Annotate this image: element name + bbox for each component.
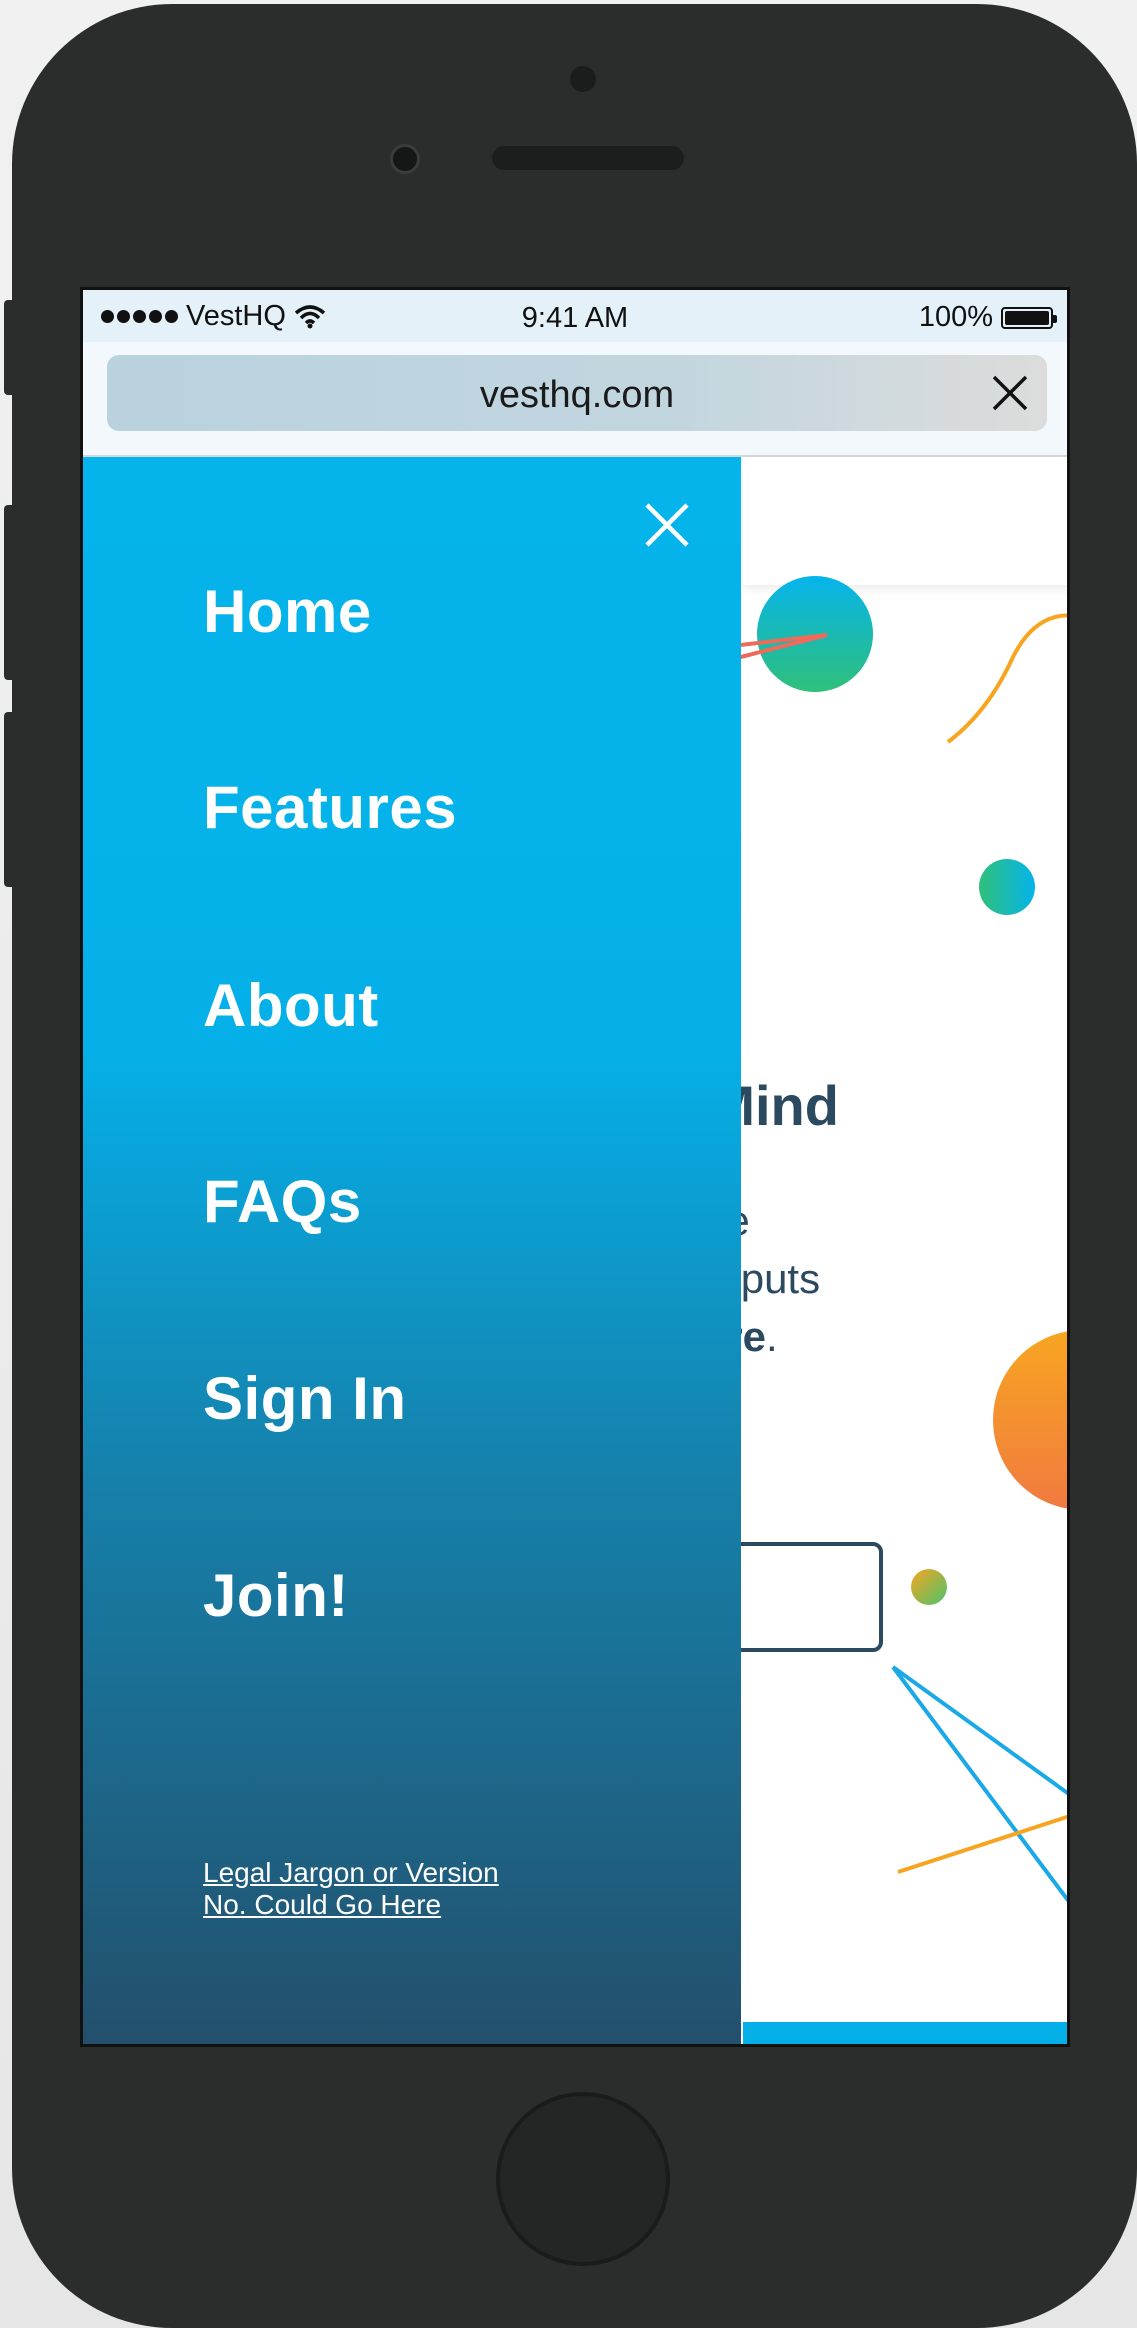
home-button[interactable]	[496, 2092, 670, 2266]
volume-down-button	[4, 712, 14, 887]
nav-item-features[interactable]: Features	[203, 773, 457, 842]
battery-percent: 100%	[918, 301, 993, 333]
close-icon[interactable]	[643, 501, 691, 549]
battery-icon	[1001, 306, 1057, 329]
speaker-grille	[492, 146, 684, 170]
screen: VestHQ 9:41 AM 100% vesthq.com Mind puts…	[80, 287, 1070, 2047]
status-bar: VestHQ 9:41 AM 100%	[83, 290, 1067, 342]
front-camera	[390, 144, 420, 174]
close-icon[interactable]	[991, 374, 1029, 412]
camera-dot	[570, 66, 596, 92]
nav-item-about[interactable]: About	[203, 971, 379, 1040]
url-text: vesthq.com	[479, 374, 675, 416]
nav-item-sign-in[interactable]: Sign In	[203, 1364, 406, 1433]
nav-item-home[interactable]: Home	[203, 577, 372, 646]
nav-item-faqs[interactable]: FAQs	[203, 1167, 362, 1236]
address-bar[interactable]: vesthq.com	[107, 355, 1047, 431]
hero-text-end: .	[766, 1313, 778, 1360]
mute-switch	[4, 300, 14, 395]
nav-drawer: Home Features About FAQs Sign In Join! L…	[83, 457, 741, 2044]
legal-link[interactable]: Legal Jargon or Version No. Could Go Her…	[203, 1857, 543, 1921]
bottom-bar	[743, 2022, 1067, 2044]
volume-up-button	[4, 505, 14, 680]
browser-toolbar: vesthq.com	[83, 342, 1067, 457]
nav-item-join[interactable]: Join!	[203, 1561, 349, 1630]
